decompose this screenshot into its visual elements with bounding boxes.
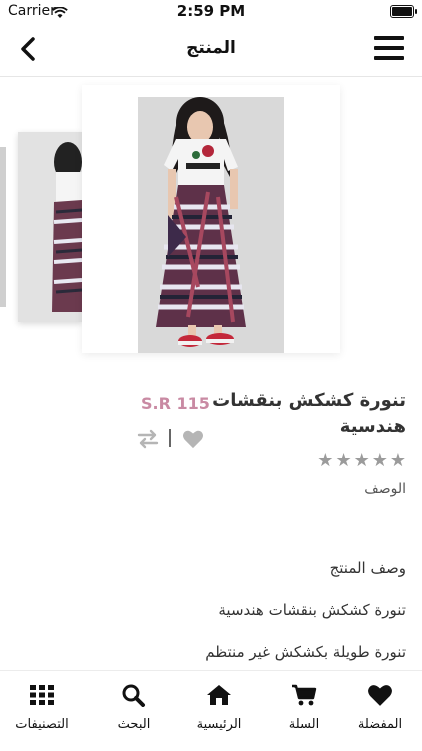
gallery-edge-image[interactable]: [0, 147, 6, 307]
gallery-side-image[interactable]: [18, 132, 82, 322]
tab-favorites[interactable]: المفضلة: [338, 683, 422, 732]
clock: 2:59 PM: [176, 2, 246, 20]
page-title: المنتج: [186, 38, 236, 58]
product-photo: [138, 97, 284, 353]
compare-icon[interactable]: [136, 429, 160, 449]
description-label: الوصف: [364, 481, 406, 497]
product-actions: [136, 427, 206, 451]
star-icon: ★: [371, 450, 388, 471]
tab-label: الرئيسية: [196, 717, 242, 732]
description-line: وصف المنتج: [329, 559, 406, 577]
gallery-main-card[interactable]: [82, 85, 340, 353]
description-line: تنورة طويلة بكشكش غير منتظم: [205, 643, 406, 661]
star-icon: ★: [335, 450, 352, 471]
tab-label: المفضلة: [357, 717, 403, 732]
product-image-gallery[interactable]: [0, 77, 422, 377]
tab-label: البحث: [117, 717, 151, 732]
star-icon: ★: [317, 450, 334, 471]
product-name: تنورة كشكش بنقشات هندسية: [212, 390, 406, 437]
tab-search[interactable]: البحث: [92, 683, 176, 732]
tab-cart[interactable]: السلة: [262, 683, 346, 732]
product-description: وصف المنتج تنورة كشكش بنقشات هندسية تنور…: [26, 557, 406, 683]
tab-label: التصنيفات: [15, 717, 69, 732]
status-bar: Carrier 2:59 PM: [0, 0, 422, 22]
navigation-bar: المنتج: [0, 22, 422, 77]
menu-button[interactable]: [374, 36, 404, 62]
star-icon: ★: [389, 450, 406, 471]
menu-icon-bar: [374, 36, 404, 40]
product-price: S.R 115: [141, 394, 210, 413]
description-line: تنورة كشكش بنقشات هندسية: [218, 601, 406, 619]
menu-icon-bar: [374, 46, 404, 50]
heart-icon[interactable]: [182, 429, 204, 449]
tab-label: السلة: [288, 717, 320, 732]
battery-icon: [390, 5, 417, 18]
home-icon: [207, 685, 231, 705]
divider: [169, 429, 171, 447]
rating-stars: ★ ★ ★ ★ ★: [315, 450, 406, 471]
tab-home[interactable]: الرئيسية: [177, 683, 261, 732]
cart-icon: [292, 684, 317, 706]
tab-categories[interactable]: التصنيفات: [0, 683, 84, 732]
grid-icon: [30, 685, 54, 705]
menu-icon-bar: [374, 56, 404, 60]
star-icon: ★: [353, 450, 370, 471]
tab-bar: المفضلة السلة الرئيسية البحث التصنيفات: [0, 670, 422, 751]
heart-icon: [368, 685, 392, 706]
search-icon: [122, 684, 145, 707]
